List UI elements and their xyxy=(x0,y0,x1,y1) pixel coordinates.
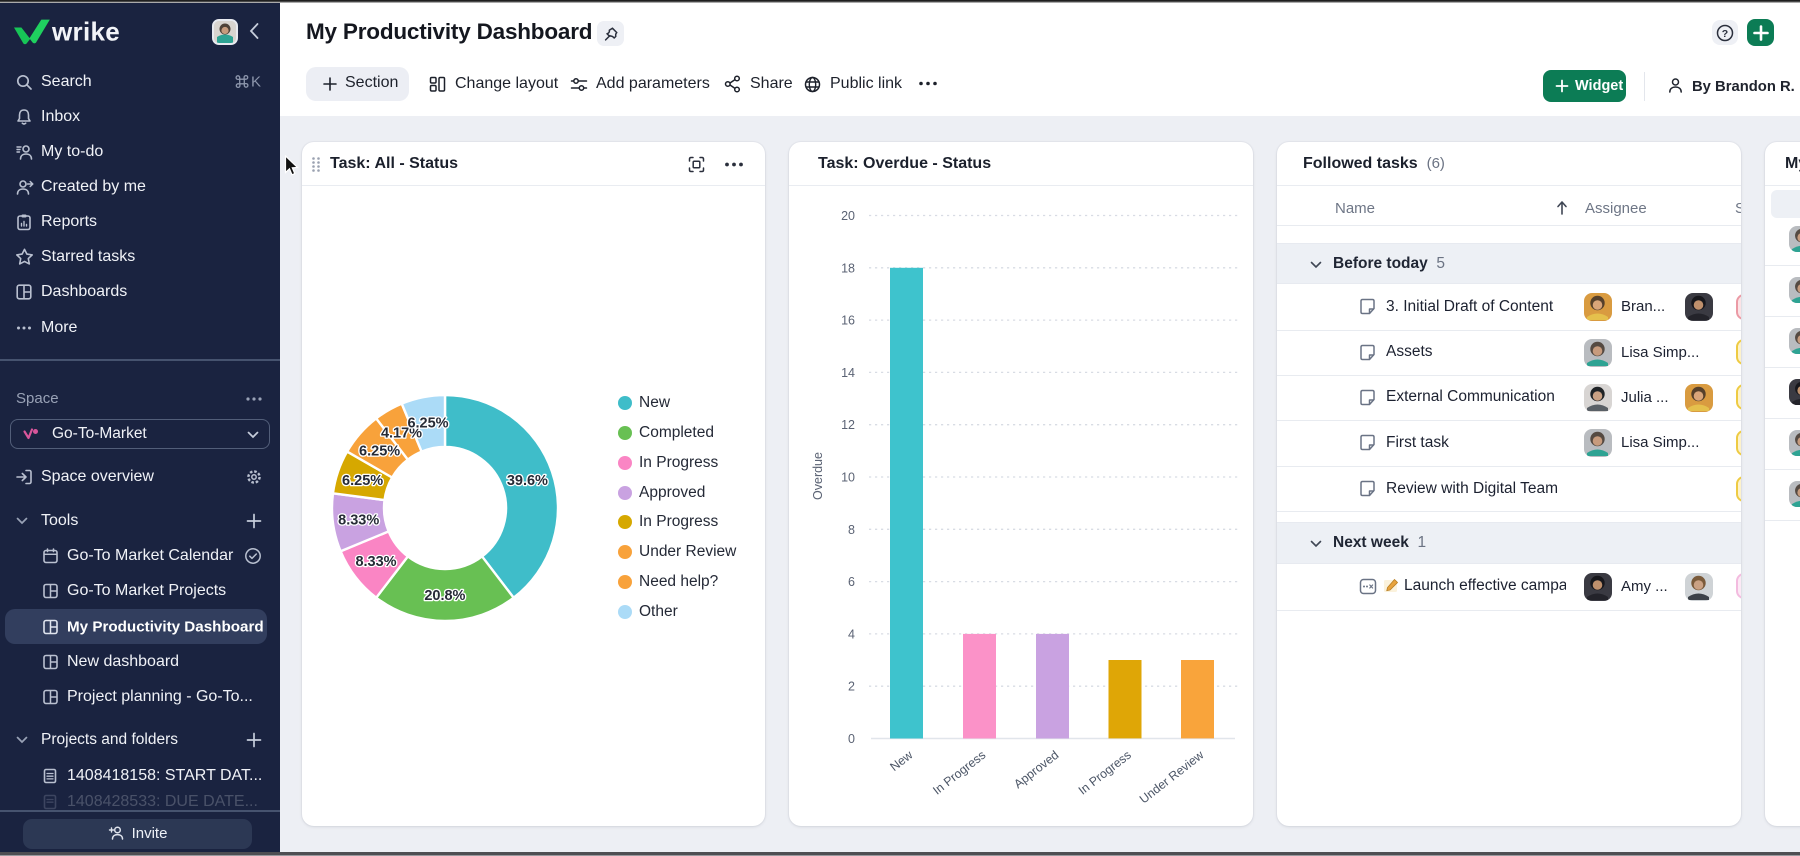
svg-text:Approved: Approved xyxy=(1011,748,1061,792)
svg-text:10: 10 xyxy=(841,471,855,485)
svg-text:18: 18 xyxy=(841,261,855,275)
svg-text:0: 0 xyxy=(848,732,855,746)
svg-text:8.33%: 8.33% xyxy=(355,554,396,570)
svg-text:Under Review: Under Review xyxy=(1137,748,1207,807)
svg-text:6.25%: 6.25% xyxy=(407,416,448,432)
svg-text:2: 2 xyxy=(848,680,855,694)
svg-text:20.8%: 20.8% xyxy=(424,588,465,604)
svg-text:8.33%: 8.33% xyxy=(338,512,379,528)
svg-text:16: 16 xyxy=(841,314,855,328)
svg-text:14: 14 xyxy=(841,366,855,380)
svg-text:12: 12 xyxy=(841,418,855,432)
svg-text:In Progress: In Progress xyxy=(930,748,988,798)
svg-text:6.25%: 6.25% xyxy=(342,473,383,489)
svg-text:6: 6 xyxy=(848,575,855,589)
svg-text:New: New xyxy=(887,748,915,774)
svg-text:Overdue: Overdue xyxy=(811,452,825,500)
svg-text:8: 8 xyxy=(848,523,855,537)
svg-text:39.6%: 39.6% xyxy=(507,473,548,489)
svg-text:In Progress: In Progress xyxy=(1076,748,1134,798)
svg-text:20: 20 xyxy=(841,209,855,223)
svg-text:?: ? xyxy=(1722,28,1728,40)
svg-text:4: 4 xyxy=(848,627,855,641)
svg-text:wrike: wrike xyxy=(51,17,120,47)
svg-text:6.25%: 6.25% xyxy=(359,444,400,460)
